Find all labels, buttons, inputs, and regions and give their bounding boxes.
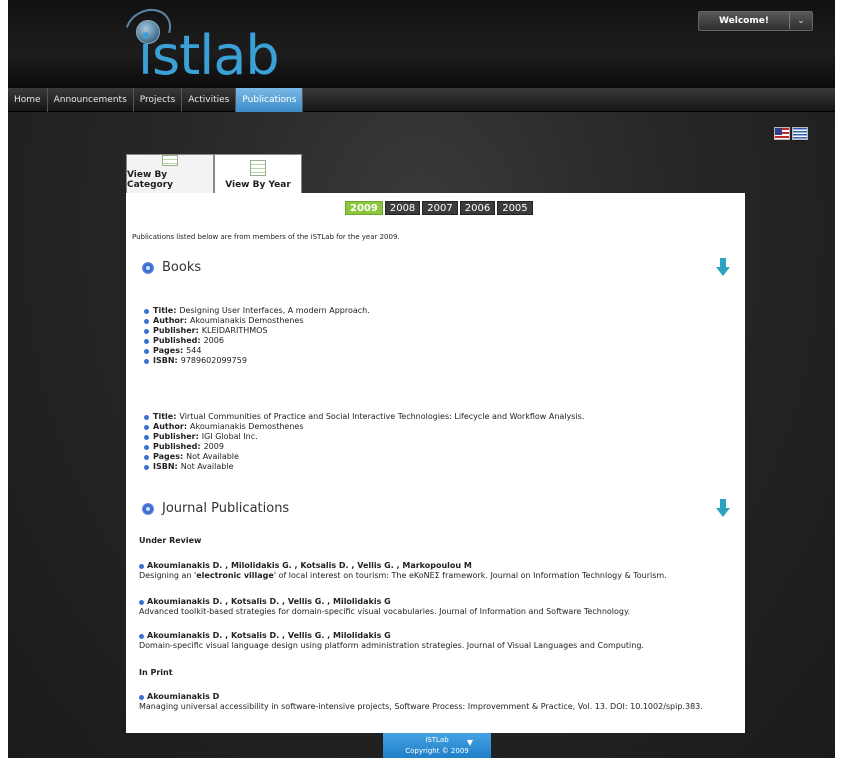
book-isbn: 9789602099759 xyxy=(180,356,247,365)
tab-view-by-year[interactable]: View By Year xyxy=(214,154,302,194)
pub-authors: Akoumianakis D. , Milolidakis G. , Kotsa… xyxy=(147,561,472,570)
book-author: Akoumianakis Demosthenes xyxy=(190,316,304,325)
welcome-menu[interactable]: Welcome! ⌄ xyxy=(698,11,813,31)
journal-publication: Akoumianakis D. , Milolidakis G. , Kotsa… xyxy=(139,561,729,581)
journal-publication: Akoumianakis D. , Kotsalis D. , Vellis G… xyxy=(139,631,729,651)
site-footer[interactable]: iSTLab Copyright © 2009 ▼ xyxy=(383,733,491,758)
year-selector: 2009 2008 2007 2006 2005 xyxy=(345,201,533,215)
pub-description: Domain-specific visual language design u… xyxy=(139,641,644,650)
book-title: Virtual Communities of Practice and Soci… xyxy=(179,412,585,421)
book-published: 2006 xyxy=(203,336,224,345)
under-review-heading: Under Review xyxy=(139,536,202,545)
pub-authors: Akoumianakis D xyxy=(147,692,220,701)
pub-authors: Akoumianakis D. , Kotsalis D. , Vellis G… xyxy=(147,631,391,640)
publications-panel: 2009 2008 2007 2006 2005 Publications li… xyxy=(126,193,745,733)
book-author: Akoumianakis Demosthenes xyxy=(190,422,304,431)
book-publisher: IGI Global Inc. xyxy=(201,432,258,441)
tab-view-by-category[interactable]: View By Category xyxy=(126,154,214,194)
language-switcher xyxy=(774,127,808,140)
welcome-label[interactable]: Welcome! xyxy=(699,16,789,26)
tab-label: View By Year xyxy=(225,180,291,190)
book-entry: Title: Designing User Interfaces, A moder… xyxy=(144,306,370,366)
journal-publication: Akoumianakis D. , Kotsalis D. , Vellis G… xyxy=(139,597,729,617)
logo-text: istlab xyxy=(138,24,280,87)
view-tabs: View By Category View By Year xyxy=(126,154,302,194)
book-publisher: KLEIDARITHMOS xyxy=(201,326,268,335)
book-isbn: Not Available xyxy=(180,462,234,471)
english-flag-icon[interactable] xyxy=(774,127,790,140)
tab-label: View By Category xyxy=(127,170,174,190)
book-published: 2009 xyxy=(203,442,224,451)
books-section-header[interactable]: Books xyxy=(142,260,201,275)
year-2007-button[interactable]: 2007 xyxy=(422,201,458,215)
page-frame: istlab Welcome! ⌄ Home Announcements Pro… xyxy=(8,0,835,758)
site-header: istlab Welcome! ⌄ xyxy=(8,0,835,88)
journal-publication: Akoumianakis D Managing universal access… xyxy=(139,692,729,712)
greek-flag-icon[interactable] xyxy=(792,127,808,140)
intro-text: Publications listed below are from membe… xyxy=(132,233,400,241)
collapse-icon[interactable] xyxy=(142,502,154,515)
pub-description: Designing an 'electronic village' of loc… xyxy=(139,571,667,580)
book-entry: Title: Virtual Communities of Practice an… xyxy=(144,412,584,472)
istlab-logo[interactable]: istlab xyxy=(117,0,288,88)
nav-announcements[interactable]: Announcements xyxy=(48,88,134,112)
main-nav: Home Announcements Projects Activities P… xyxy=(8,88,835,112)
collapse-icon[interactable] xyxy=(142,261,154,274)
in-print-heading: In Print xyxy=(139,668,173,677)
pub-description: Managing universal accessibility in soft… xyxy=(139,702,703,711)
nav-home[interactable]: Home xyxy=(8,88,48,112)
footer-copyright: Copyright © 2009 xyxy=(405,747,469,755)
chevron-down-icon[interactable]: ⌄ xyxy=(790,16,812,26)
list-icon xyxy=(250,160,266,176)
pub-description: Advanced toolkit-based strategies for do… xyxy=(139,607,631,616)
section-title: Journal Publications xyxy=(162,501,290,516)
pub-authors: Akoumianakis D. , Kotsalis D. , Vellis G… xyxy=(147,597,391,606)
journal-section-header[interactable]: Journal Publications xyxy=(142,501,289,516)
year-2005-button[interactable]: 2005 xyxy=(497,201,533,215)
section-title: Books xyxy=(162,260,202,275)
nav-activities[interactable]: Activities xyxy=(182,88,237,112)
book-title: Designing User Interfaces, A modern Appr… xyxy=(179,306,370,315)
download-arrow-icon[interactable] xyxy=(716,499,730,517)
nav-projects[interactable]: Projects xyxy=(134,88,183,112)
book-pages: Not Available xyxy=(186,452,239,461)
year-2008-button[interactable]: 2008 xyxy=(384,201,421,215)
download-arrow-icon[interactable] xyxy=(716,258,730,276)
chevron-down-icon[interactable]: ▼ xyxy=(467,738,473,747)
year-2009-button[interactable]: 2009 xyxy=(345,201,383,215)
list-icon xyxy=(162,155,178,166)
footer-brand: iSTLab xyxy=(425,736,449,744)
year-2006-button[interactable]: 2006 xyxy=(459,201,496,215)
book-pages: 544 xyxy=(186,346,202,355)
nav-publications[interactable]: Publications xyxy=(236,88,304,112)
